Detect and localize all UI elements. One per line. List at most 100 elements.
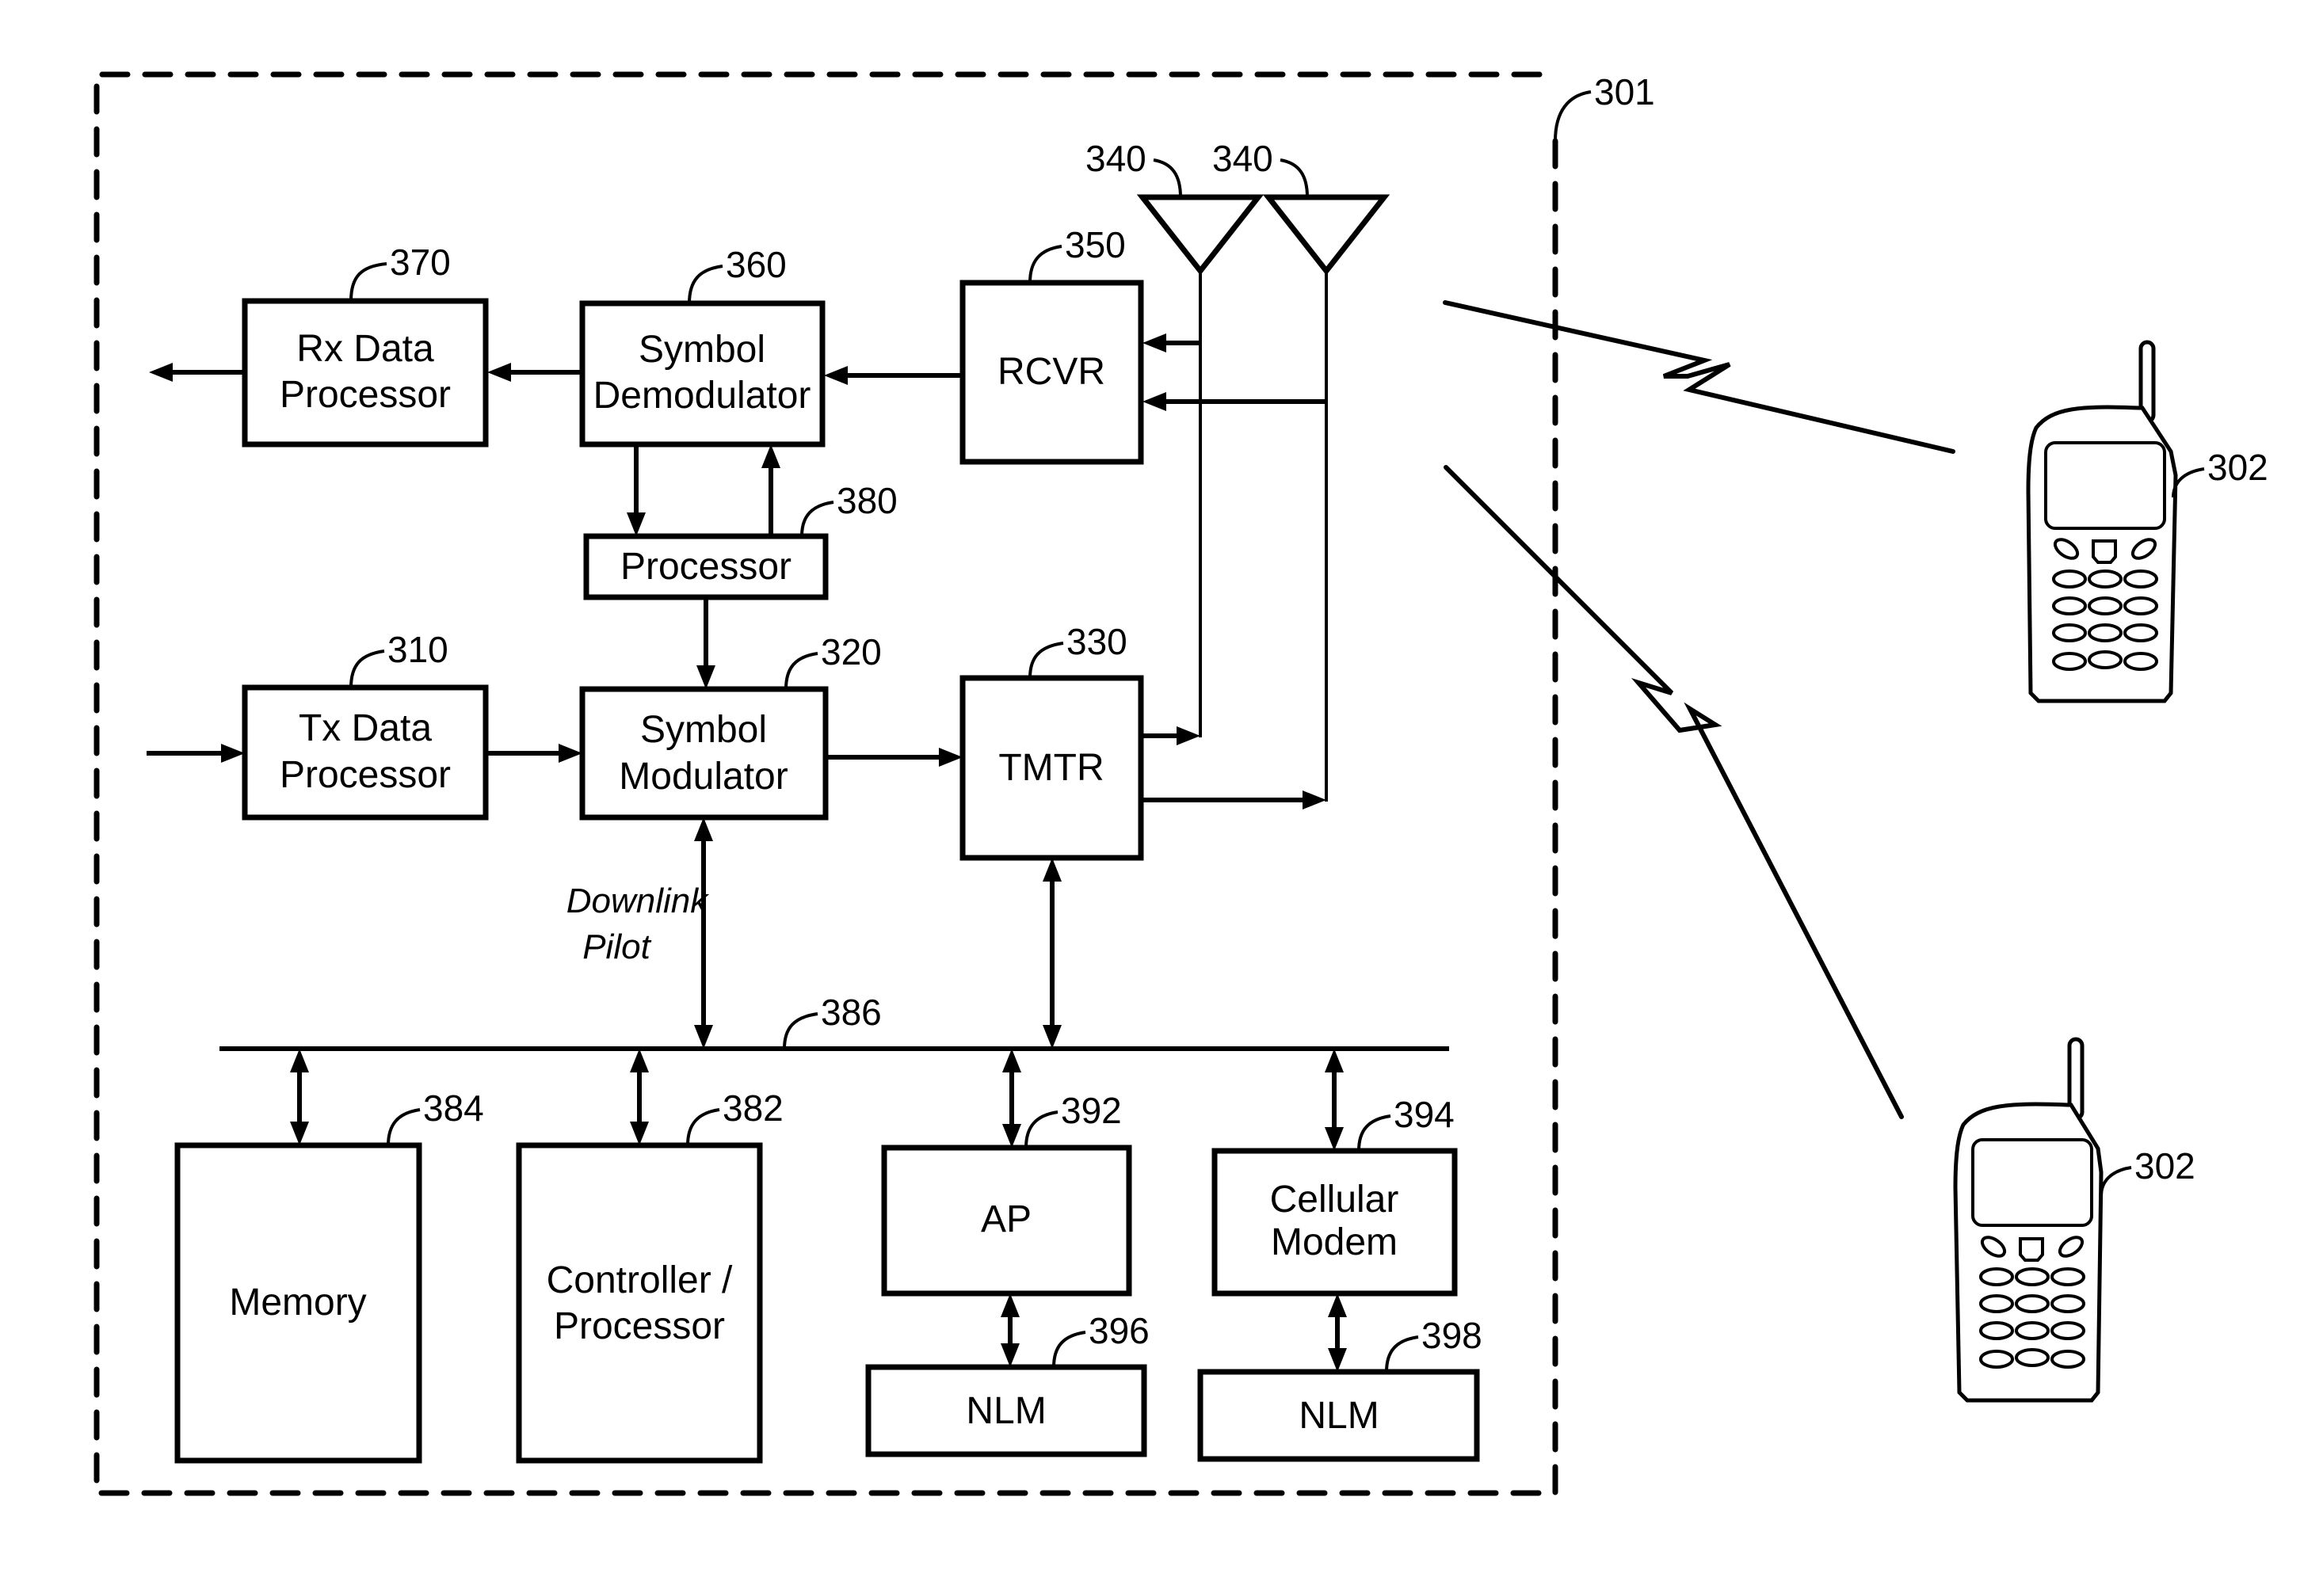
- cellular-modem-label-1: Cellular: [1270, 1179, 1399, 1221]
- terminal-1: 302: [2026, 340, 2268, 703]
- mobile-phone-icon: [1953, 1037, 2104, 1403]
- rx-data-processor-label-2: Processor: [280, 374, 451, 416]
- leader-301: [1554, 90, 1592, 142]
- ref-396: 396: [1089, 1310, 1150, 1351]
- arrowhead: [1142, 333, 1166, 352]
- antenna-icon: [1262, 194, 1390, 276]
- symbol-demodulator-label-2: Demodulator: [593, 375, 811, 417]
- leader-394: [1357, 1114, 1391, 1152]
- memory-label: Memory: [229, 1282, 366, 1324]
- ap-label: AP: [981, 1198, 1032, 1240]
- arrowhead: [761, 444, 780, 468]
- tx-data-processor-label-2: Processor: [280, 754, 451, 796]
- ref-340-b: 340: [1212, 138, 1273, 179]
- ref-350: 350: [1065, 224, 1126, 265]
- arrowhead: [627, 512, 646, 536]
- arrowhead: [1002, 1124, 1021, 1148]
- leader-392: [1024, 1110, 1059, 1148]
- leader-320: [784, 652, 818, 690]
- wireless-link-1-icon: [1443, 300, 1955, 454]
- leader-360: [688, 265, 723, 304]
- arrowhead: [824, 366, 848, 385]
- ref-370: 370: [390, 242, 451, 283]
- arrowhead: [1303, 790, 1326, 809]
- ref-398: 398: [1421, 1315, 1482, 1356]
- wireless-link-2-icon: [1444, 465, 1904, 1119]
- leader-340-a: [1153, 158, 1182, 198]
- ref-320: 320: [821, 631, 882, 672]
- antenna-icon: [1136, 194, 1264, 276]
- leader-370: [349, 262, 387, 302]
- nlm-ap-label: NLM: [966, 1390, 1046, 1432]
- tmtr-label: TMTR: [998, 747, 1104, 789]
- arrowhead: [939, 748, 963, 767]
- controller-processor-block: [516, 1142, 763, 1464]
- downlink-pilot-label-2: Pilot: [582, 928, 651, 966]
- rx-data-processor-block: [242, 298, 489, 448]
- leader-382: [686, 1108, 720, 1146]
- tx-data-processor-label-1: Tx Data: [299, 707, 432, 749]
- arrowhead: [1328, 1293, 1347, 1317]
- downlink-pilot-label-1: Downlink: [566, 882, 710, 920]
- cellular-modem-label-2: Modem: [1271, 1221, 1398, 1263]
- processor-label: Processor: [620, 546, 791, 588]
- arrowhead: [149, 363, 173, 382]
- rx-data-processor-label-1: Rx Data: [296, 328, 434, 370]
- arrowhead: [1328, 1348, 1347, 1372]
- ref-392: 392: [1061, 1090, 1122, 1131]
- ref-310: 310: [387, 629, 448, 670]
- arrowhead: [1142, 392, 1166, 411]
- leader-350: [1028, 245, 1062, 284]
- ref-340-a: 340: [1085, 138, 1146, 179]
- leader-310: [349, 649, 385, 688]
- terminal-2: 302: [1953, 1037, 2195, 1403]
- leader-302-a: [2172, 467, 2205, 498]
- ref-380: 380: [837, 480, 898, 521]
- arrowhead: [1177, 726, 1200, 745]
- symbol-modulator-label-2: Modulator: [619, 756, 788, 798]
- leader-398: [1385, 1335, 1419, 1373]
- nlm-modem-label: NLM: [1299, 1395, 1379, 1437]
- arrowhead: [1043, 1025, 1062, 1049]
- arrowhead: [1325, 1127, 1344, 1151]
- arrowhead: [1001, 1343, 1020, 1367]
- arrowhead: [1043, 858, 1062, 882]
- symbol-demodulator-label-1: Symbol: [639, 329, 765, 371]
- leader-302-b: [2100, 1166, 2132, 1197]
- arrowhead: [290, 1122, 309, 1145]
- leader-380: [800, 501, 834, 537]
- ref-302-b: 302: [2134, 1145, 2195, 1187]
- symbol-demodulator-block: [579, 300, 826, 448]
- arrowhead: [559, 744, 582, 763]
- leader-330: [1028, 642, 1064, 679]
- controller-processor-label-1: Controller /: [547, 1259, 733, 1301]
- arrowhead: [694, 1025, 713, 1049]
- leader-340-b: [1280, 158, 1309, 198]
- leader-384: [387, 1108, 421, 1146]
- arrowhead: [1001, 1293, 1020, 1317]
- arrowhead: [694, 817, 713, 841]
- leader-386: [783, 1012, 818, 1049]
- arrowhead: [290, 1049, 309, 1072]
- arrowhead: [630, 1049, 649, 1072]
- ref-384: 384: [423, 1087, 484, 1129]
- block-diagram: 301 Rx Data Processor 370 Symbol Demodul…: [93, 71, 2268, 1496]
- arrowhead: [221, 744, 245, 763]
- symbol-modulator-label-1: Symbol: [640, 709, 767, 751]
- mobile-phone-icon: [2026, 340, 2178, 703]
- rcvr-label: RCVR: [997, 351, 1105, 393]
- arrowhead: [1002, 1049, 1021, 1072]
- arrowhead: [487, 363, 511, 382]
- ref-394: 394: [1394, 1094, 1455, 1135]
- antenna-2: 340: [1212, 138, 1390, 802]
- ref-330: 330: [1066, 621, 1127, 662]
- leader-396: [1052, 1331, 1086, 1368]
- ref-360: 360: [726, 244, 787, 285]
- arrowhead: [630, 1122, 649, 1145]
- ref-301: 301: [1594, 71, 1655, 112]
- controller-processor-label-2: Processor: [554, 1305, 725, 1347]
- ref-302-a: 302: [2207, 447, 2268, 488]
- arrowhead: [1325, 1049, 1344, 1072]
- arrowhead: [696, 665, 715, 689]
- ref-382: 382: [723, 1087, 784, 1129]
